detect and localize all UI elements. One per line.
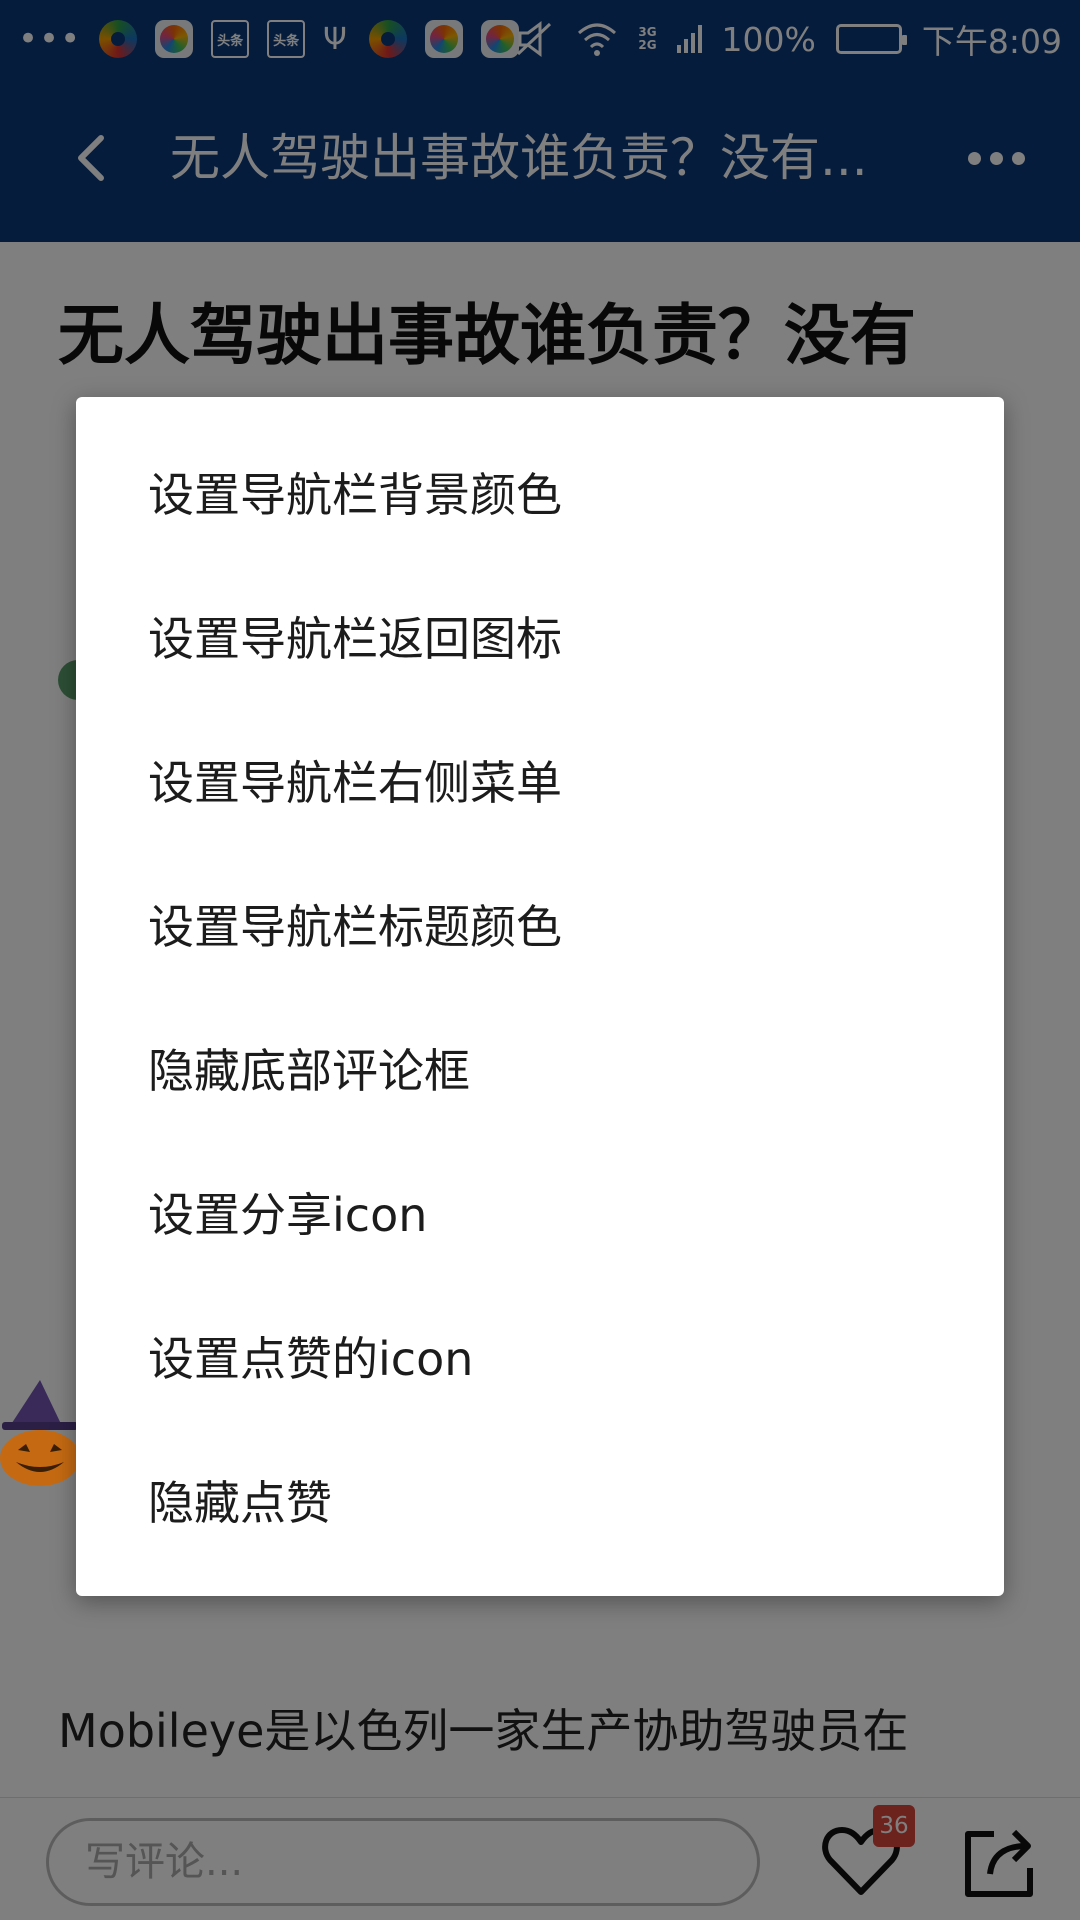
pumpkin-icon[interactable] (0, 1378, 86, 1488)
menu-item-share-icon[interactable]: 设置分享icon (76, 1117, 1004, 1261)
settings-dialog: 设置导航栏背景颜色 设置导航栏返回图标 设置导航栏右侧菜单 设置导航栏标题颜色 … (76, 397, 1004, 1596)
menu-item-hide-comment-box[interactable]: 隐藏底部评论框 (76, 973, 1004, 1117)
menu-item-nav-right-menu[interactable]: 设置导航栏右侧菜单 (76, 685, 1004, 829)
menu-item-nav-background-color[interactable]: 设置导航栏背景颜色 (76, 397, 1004, 541)
menu-item-nav-back-icon[interactable]: 设置导航栏返回图标 (76, 541, 1004, 685)
menu-item-hide-like[interactable]: 隐藏点赞 (76, 1405, 1004, 1549)
menu-item-nav-title-color[interactable]: 设置导航栏标题颜色 (76, 829, 1004, 973)
menu-item-like-icon[interactable]: 设置点赞的icon (76, 1261, 1004, 1405)
